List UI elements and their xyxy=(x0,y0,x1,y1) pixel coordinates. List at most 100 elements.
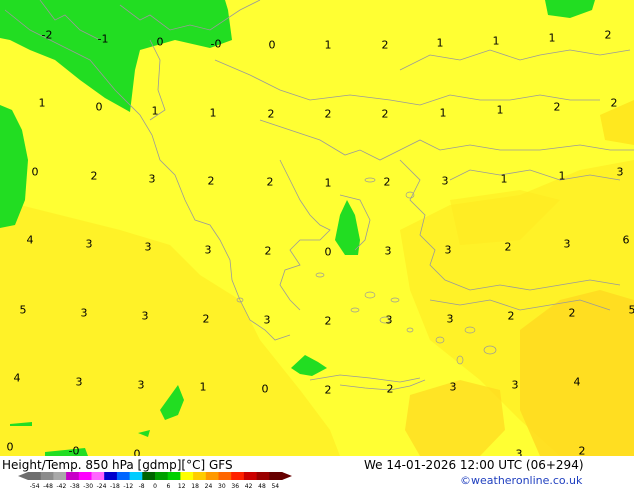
temperature-label: 5 xyxy=(628,303,634,317)
temperature-label: 2 xyxy=(324,107,332,121)
temperature-label: 1 xyxy=(151,104,159,118)
temperature-label: 1 xyxy=(324,38,332,52)
scale-tick-label: 42 xyxy=(245,483,253,490)
scale-tick-label: -12 xyxy=(123,483,133,490)
temperature-label: 4 xyxy=(573,375,581,389)
temperature-label: 1 xyxy=(548,31,556,45)
temperature-label: 3 xyxy=(444,243,452,257)
temperature-label: 3 xyxy=(449,380,457,394)
color-scale: -54 -48 -42 -38 -30 -24 -18 -12 -8 0 6 12 18 24 30 36 42… xyxy=(18,472,292,490)
temperature-label: 3 xyxy=(511,378,519,392)
temperature-label: 1 xyxy=(439,106,447,120)
temperature-label: 0 xyxy=(324,245,332,259)
temperature-label: 3 xyxy=(80,306,88,320)
temperature-label: 3 xyxy=(75,375,83,389)
temperature-label: 2 xyxy=(266,175,274,189)
temperature-label: 0 xyxy=(268,38,276,52)
scale-swatch xyxy=(193,472,207,480)
temperature-label: 1 xyxy=(324,176,332,190)
temperature-label: 2 xyxy=(324,383,332,397)
temperature-label: 2 xyxy=(504,240,512,254)
temperature-label: 3 xyxy=(144,240,152,254)
temperature-label: 5 xyxy=(19,303,27,317)
temperature-label: 2 xyxy=(507,309,515,323)
scale-swatch xyxy=(243,472,258,480)
temperature-label: -0 xyxy=(68,444,80,458)
scale-swatch xyxy=(269,472,283,480)
credit-link[interactable]: ©weatheronline.co.uk xyxy=(460,474,582,487)
temperature-label: 6 xyxy=(622,233,630,247)
scale-tick-label: 18 xyxy=(191,483,199,490)
scale-swatch xyxy=(256,472,270,480)
scale-swatch xyxy=(53,472,67,480)
scale-swatch xyxy=(28,472,42,480)
temperature-label: 1 xyxy=(492,34,500,48)
scale-swatch xyxy=(167,472,181,480)
temperature-label: 2 xyxy=(386,382,394,396)
temperature-label: 3 xyxy=(616,165,624,179)
scale-tick-label: -48 xyxy=(43,483,53,490)
temperature-label: 2 xyxy=(610,96,618,110)
scale-swatch xyxy=(129,472,143,480)
temperature-label: 0 xyxy=(31,165,39,179)
scale-tick-label: -18 xyxy=(110,483,120,490)
temperature-label: 3 xyxy=(384,244,392,258)
temperature-label: 1 xyxy=(199,380,207,394)
scale-swatch xyxy=(78,472,92,480)
scale-swatch xyxy=(155,472,169,480)
temperature-label: -0 xyxy=(210,37,222,51)
temperature-label: 3 xyxy=(441,174,449,188)
scale-tick-label: 48 xyxy=(258,483,266,490)
temperature-label: 2 xyxy=(207,174,215,188)
scale-tick-label: 6 xyxy=(166,483,170,490)
temperature-label: 2 xyxy=(264,244,272,258)
temperature-label: 3 xyxy=(263,313,271,327)
temperature-label: 1 xyxy=(558,169,566,183)
temperature-label: 2 xyxy=(267,107,275,121)
footer-bar: Height/Temp. 850 hPa [gdmp][°C] GFS We 1… xyxy=(0,456,634,490)
temperature-label: 0 xyxy=(95,100,103,114)
temperature-label: 2 xyxy=(381,107,389,121)
temperature-label: 3 xyxy=(446,312,454,326)
scale-tick-label: 12 xyxy=(178,483,186,490)
temperature-label: 0 xyxy=(6,440,14,454)
temperature-label: 3 xyxy=(148,172,156,186)
temperature-label: 2 xyxy=(324,314,332,328)
scale-swatch xyxy=(91,472,105,480)
temperature-label: 3 xyxy=(85,237,93,251)
scale-swatch xyxy=(104,472,118,480)
temperature-label: 2 xyxy=(202,312,210,326)
temperature-label: 3 xyxy=(204,243,212,257)
temperature-label: 3 xyxy=(137,378,145,392)
temperature-label: 1 xyxy=(436,36,444,50)
scale-tick-label: -24 xyxy=(97,483,107,490)
temperature-label: 2 xyxy=(90,169,98,183)
temperature-label: -2 xyxy=(41,28,53,42)
scale-tick-label: -54 xyxy=(30,483,40,490)
scale-tick-label: 30 xyxy=(218,483,226,490)
scale-swatch xyxy=(66,472,80,480)
scale-tick-label: -30 xyxy=(83,483,93,490)
temperature-label: 3 xyxy=(563,237,571,251)
temperature-label: 4 xyxy=(13,371,21,385)
scale-tick-label: 36 xyxy=(231,483,239,490)
scale-tick-label: 54 xyxy=(271,483,279,490)
temperature-label: 0 xyxy=(156,35,164,49)
temperature-label: 0 xyxy=(261,382,269,396)
valid-datetime: We 14-01-2026 12:00 UTC (06+294) xyxy=(364,458,584,472)
temperature-label: 2 xyxy=(553,100,561,114)
scale-swatch xyxy=(231,472,245,480)
scale-swatch xyxy=(218,472,232,480)
temperature-label: 2 xyxy=(383,175,391,189)
scale-arrow-left xyxy=(18,472,28,480)
temperature-label: 3 xyxy=(141,309,149,323)
temperature-label: 2 xyxy=(568,306,576,320)
temperature-label: 4 xyxy=(26,233,34,247)
scale-swatch xyxy=(180,472,194,480)
scale-tick-label: 0 xyxy=(153,483,157,490)
scale-swatch xyxy=(40,472,54,480)
temperature-label: 1 xyxy=(38,96,46,110)
temperature-label: 1 xyxy=(209,106,217,120)
weather-map xyxy=(0,0,634,490)
temperature-label: -1 xyxy=(97,32,109,46)
